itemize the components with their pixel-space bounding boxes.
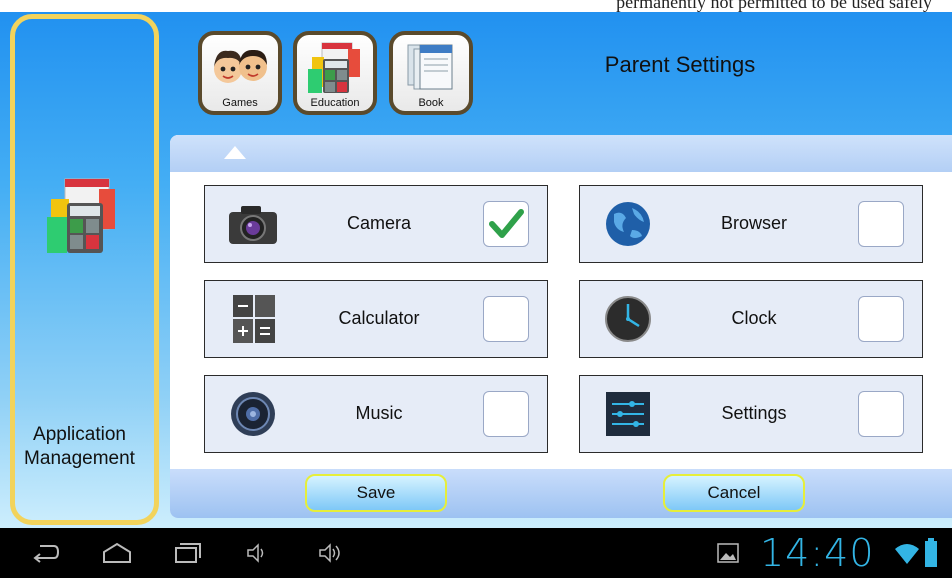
app-item-music[interactable]: Music xyxy=(204,375,548,453)
camera-icon xyxy=(229,206,277,244)
checkbox-settings[interactable] xyxy=(858,391,904,437)
checkbox-clock[interactable] xyxy=(858,296,904,342)
app-item-camera[interactable]: Camera xyxy=(204,185,548,263)
checkmark-icon xyxy=(489,209,524,238)
tab-education[interactable]: Education xyxy=(293,31,377,115)
app-permissions-panel: Camera Browser Calculator Clock Music Se… xyxy=(170,135,952,518)
save-button[interactable]: Save xyxy=(305,474,447,512)
volume-down-icon[interactable] xyxy=(244,540,270,566)
education-apps-icon xyxy=(308,42,360,93)
collapse-arrow-icon[interactable] xyxy=(224,146,246,159)
home-icon[interactable] xyxy=(100,540,134,566)
volume-up-icon[interactable] xyxy=(316,540,346,566)
wifi-icon xyxy=(895,544,919,564)
app-label-settings: Settings xyxy=(721,403,787,423)
app-label-clock: Clock xyxy=(731,308,777,328)
globe-icon xyxy=(606,202,650,246)
status-time: 14:40 xyxy=(760,531,875,575)
checkbox-camera[interactable] xyxy=(483,201,529,247)
sliders-icon xyxy=(606,392,650,436)
checkbox-browser[interactable] xyxy=(858,201,904,247)
calculator-icon xyxy=(233,295,275,343)
tab-games[interactable]: Games xyxy=(198,31,282,115)
books-icon xyxy=(407,44,453,90)
tab-education-label: Education xyxy=(310,97,360,109)
gallery-icon[interactable] xyxy=(716,542,740,564)
top-text-strip: permanently not permitted to be used saf… xyxy=(0,0,952,12)
checkbox-calculator[interactable] xyxy=(483,296,529,342)
education-apps-icon xyxy=(47,178,115,253)
battery-icon xyxy=(925,538,937,567)
app-item-clock[interactable]: Clock xyxy=(579,280,923,358)
app-item-calculator[interactable]: Calculator xyxy=(204,280,548,358)
sidebar-application-management[interactable]: Application Management xyxy=(10,14,159,525)
speaker-icon xyxy=(231,392,275,436)
app-label-camera: Camera xyxy=(346,213,412,233)
back-icon[interactable] xyxy=(30,540,60,566)
tab-book-label: Book xyxy=(418,97,444,109)
page-title: Parent Settings xyxy=(604,52,756,77)
recent-apps-icon[interactable] xyxy=(172,540,202,566)
system-navigation-bar: 14:40 xyxy=(0,528,952,578)
checkbox-music[interactable] xyxy=(483,391,529,437)
sidebar-label-line2: Management xyxy=(24,448,135,469)
app-label-music: Music xyxy=(355,403,403,423)
app-item-browser[interactable]: Browser xyxy=(579,185,923,263)
sidebar-label: Application Management xyxy=(5,423,154,471)
panel-footer xyxy=(170,469,952,518)
tab-book[interactable]: Book xyxy=(389,31,473,115)
top-strip-text: permanently not permitted to be used saf… xyxy=(616,0,932,12)
clock-icon xyxy=(605,296,651,342)
kids-faces-icon xyxy=(214,49,267,83)
tab-games-label: Games xyxy=(222,97,258,109)
app-label-calculator: Calculator xyxy=(338,308,420,328)
cancel-button[interactable]: Cancel xyxy=(663,474,805,512)
app-label-browser: Browser xyxy=(720,213,787,233)
panel-header xyxy=(170,135,952,172)
app-screen: permanently not permitted to be used saf… xyxy=(0,0,952,528)
sidebar-label-line1: Application xyxy=(33,424,126,445)
app-item-settings[interactable]: Settings xyxy=(579,375,923,453)
